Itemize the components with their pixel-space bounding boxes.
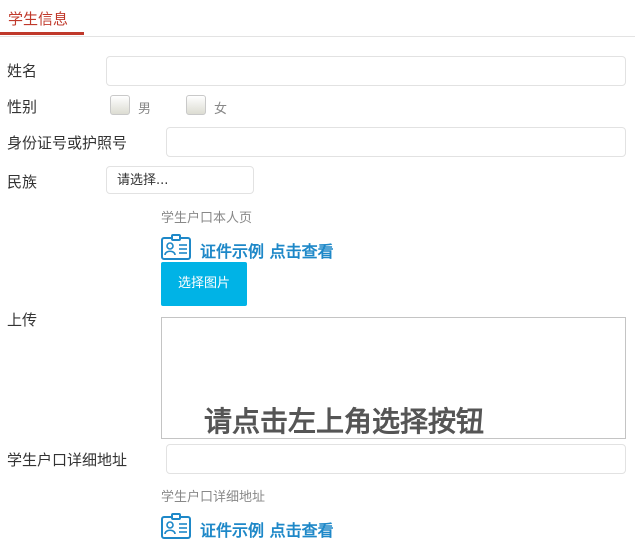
example-link-2[interactable]: 证件示例 点击查看: [200, 517, 334, 541]
tab-bar: [0, 0, 635, 37]
address-input[interactable]: [166, 444, 626, 474]
upload-label: 上传: [7, 311, 38, 329]
hukou-page-hint: 学生户口本人页: [161, 211, 253, 226]
tab-active-indicator: [0, 32, 84, 35]
example-link[interactable]: 证件示例 点击查看: [200, 238, 334, 262]
gender-male-checkbox[interactable]: [110, 95, 130, 115]
name-input[interactable]: [106, 56, 626, 86]
upload-placeholder-text: 请点击左上角选择按钮: [204, 405, 485, 438]
id-number-label: 身份证号或护照号: [7, 134, 128, 152]
id-card-icon: [161, 234, 191, 260]
address-label: 学生户口详细地址: [7, 451, 128, 469]
id-number-input[interactable]: [166, 127, 626, 157]
gender-female-label: 女: [214, 102, 228, 117]
gender-male-label: 男: [138, 102, 152, 117]
ethnic-label: 民族: [7, 173, 38, 191]
name-label: 姓名: [7, 62, 38, 80]
gender-label: 性别: [7, 98, 38, 116]
gender-female-checkbox[interactable]: [186, 95, 206, 115]
id-card-icon: [161, 513, 191, 539]
address-hint: 学生户口详细地址: [161, 490, 266, 505]
choose-image-button[interactable]: 选择图片: [161, 262, 247, 306]
ethnic-select[interactable]: 请选择...: [106, 166, 254, 194]
tab-student-info[interactable]: 学生信息: [8, 8, 68, 29]
